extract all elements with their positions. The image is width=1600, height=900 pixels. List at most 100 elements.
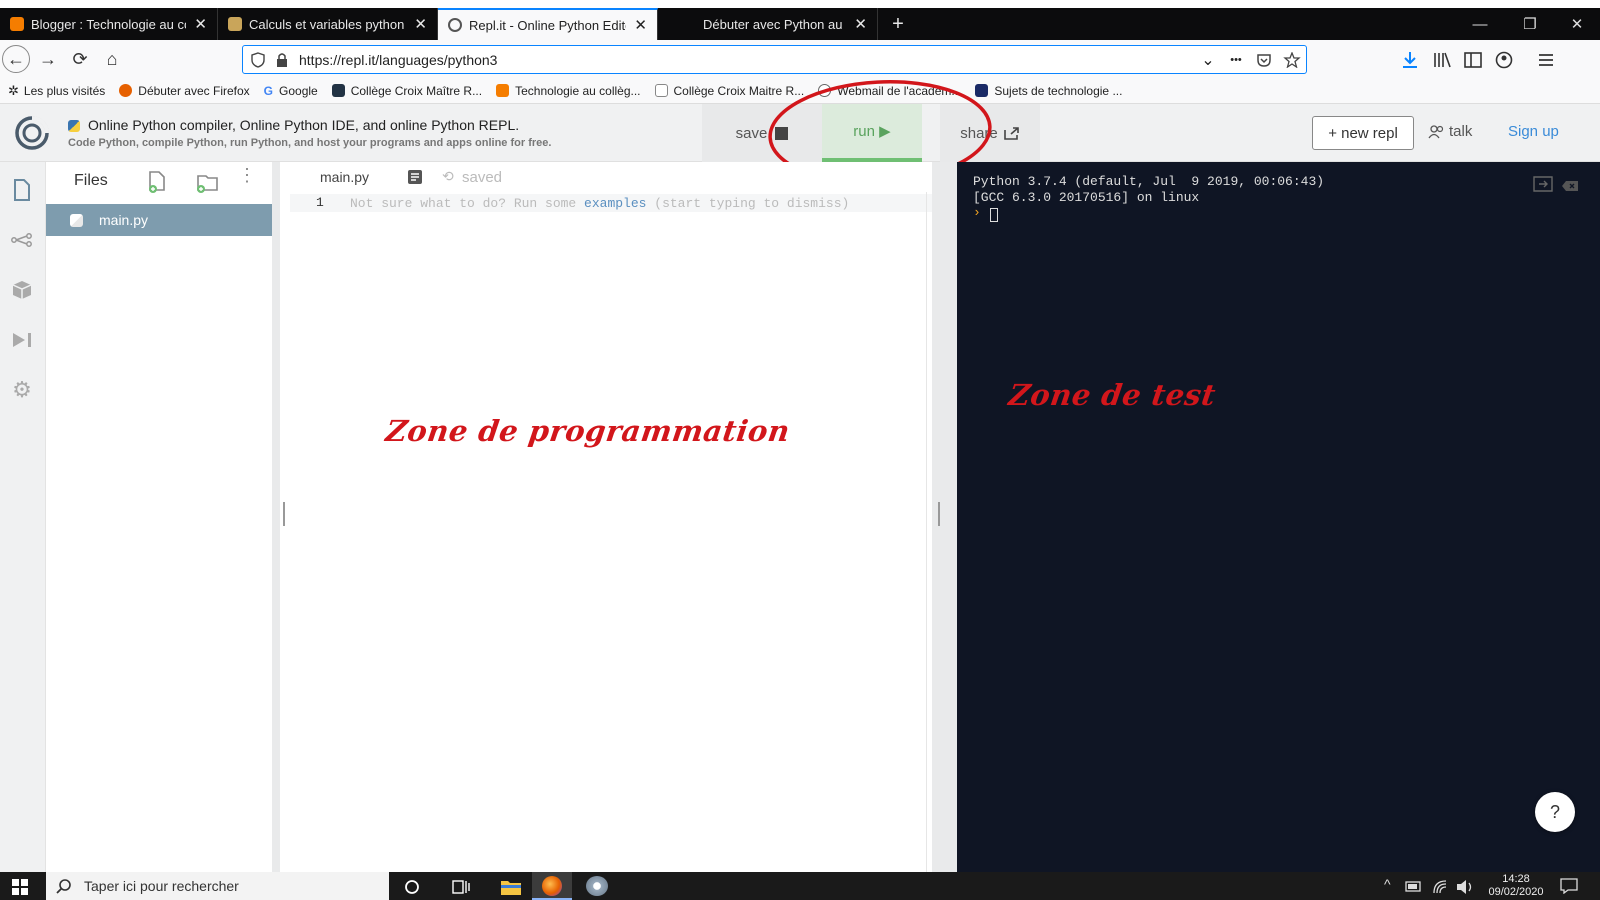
files-icon[interactable] [8, 176, 36, 204]
console-pane[interactable]: Python 3.7.4 (default, Jul 9 2019, 00:06… [957, 162, 1600, 872]
close-tab-icon[interactable]: ✕ [634, 16, 647, 34]
pocket-icon[interactable] [1250, 52, 1278, 68]
more-actions-icon[interactable]: ••• [1222, 54, 1250, 66]
tab-replit[interactable]: Repl.it - Online Python Editor a ✕ [438, 8, 658, 40]
reload-button[interactable]: ⟳ [66, 45, 94, 73]
file-explorer-icon[interactable] [500, 878, 522, 896]
python-icon [70, 213, 83, 227]
python-icon [68, 120, 80, 132]
new-repl-button[interactable]: + new repl [1312, 116, 1414, 150]
clock[interactable]: 14:28 09/02/2020 [1484, 873, 1548, 899]
clear-console-icon[interactable] [1561, 180, 1579, 192]
resize-handle[interactable] [283, 502, 285, 526]
file-item-main-py[interactable]: main.py [46, 204, 272, 236]
talk-link[interactable]: talk [1428, 123, 1472, 140]
bookmark-college-1[interactable]: Collège Croix Maître R... [331, 84, 482, 98]
battery-icon[interactable] [1405, 881, 1423, 892]
save-status: saved [462, 169, 503, 186]
back-button[interactable]: ← [2, 45, 30, 73]
more-options-icon[interactable]: ⋮ [238, 166, 256, 184]
search-icon [56, 879, 71, 894]
expand-console-icon[interactable] [1533, 176, 1553, 192]
add-folder-icon[interactable] [194, 170, 220, 194]
minimize-button[interactable]: — [1457, 8, 1503, 40]
menu-icon[interactable] [1536, 50, 1556, 70]
editor-gutter-line [926, 192, 927, 872]
taskbar-search[interactable]: Taper ici pour rechercher [46, 872, 389, 900]
console-prompt: › [973, 205, 981, 220]
close-tab-icon[interactable]: ✕ [194, 15, 207, 33]
test-zone-label: Zone de test [1006, 378, 1218, 412]
site-icon [654, 84, 668, 97]
shield-icon [251, 51, 265, 68]
tab-title: Débuter avec Python au lycée [703, 16, 846, 32]
url-bar[interactable]: https://repl.it/languages/python3 ⌄ ••• [242, 45, 1307, 74]
close-tab-icon[interactable]: ✕ [854, 15, 867, 33]
show-hidden-icons[interactable]: ^ [1384, 876, 1391, 892]
home-button[interactable]: ⌂ [98, 45, 126, 73]
firefox-icon [542, 876, 562, 896]
bookmark-technologie[interactable]: Technologie au collèg... [496, 84, 641, 98]
site-icon [331, 84, 345, 97]
tab-title: Calculs et variables python [249, 16, 405, 32]
library-icon[interactable] [1432, 50, 1452, 70]
packages-icon[interactable] [8, 276, 36, 304]
download-icon[interactable] [1400, 50, 1420, 70]
bookmark-sujets[interactable]: Sujets de technologie ... [975, 84, 1122, 98]
sidebar-icon[interactable] [1463, 50, 1483, 70]
help-button[interactable]: ? [1535, 792, 1575, 832]
console-line: [GCC 6.3.0 20170516] on linux [973, 190, 1200, 205]
tab-main-py[interactable]: main.py [320, 169, 369, 185]
add-file-icon[interactable] [146, 170, 168, 194]
debugger-icon[interactable] [8, 326, 36, 354]
bookmark-google[interactable]: G Google [264, 84, 318, 98]
sign-up-link[interactable]: Sign up [1508, 123, 1559, 140]
settings-gear-icon[interactable]: ⚙ [8, 376, 36, 404]
editor-hint[interactable]: Not sure what to do? Run some examples (… [350, 196, 849, 211]
bookmark-most-visited[interactable]: ✲ Les plus visités [8, 83, 105, 99]
volume-icon[interactable] [1456, 879, 1474, 895]
version-control-icon[interactable] [8, 226, 36, 254]
line-number: 1 [316, 195, 324, 210]
tab-debuter-python[interactable]: Débuter avec Python au lycée ✕ [658, 8, 878, 40]
close-tab-icon[interactable]: ✕ [414, 15, 427, 33]
resize-handle[interactable] [938, 502, 940, 526]
account-icon[interactable] [1494, 50, 1514, 70]
notifications-icon[interactable] [1560, 878, 1578, 894]
blogger-icon [10, 17, 24, 31]
forward-button[interactable]: → [34, 45, 62, 73]
replit-logo-icon[interactable] [14, 115, 50, 151]
pane-splitter[interactable] [932, 162, 957, 872]
paint-app-icon[interactable] [586, 876, 608, 896]
tab-title: Repl.it - Online Python Editor a [469, 17, 626, 33]
blogger-icon [496, 84, 510, 97]
firefox-icon [119, 84, 133, 97]
bookmark-star-icon[interactable] [1278, 51, 1306, 68]
format-icon[interactable] [408, 170, 422, 184]
console-cursor [990, 208, 998, 222]
wifi-icon[interactable] [1432, 879, 1448, 895]
tab-blogger[interactable]: Blogger : Technologie au collèg ✕ [0, 8, 218, 40]
tab-calculs[interactable]: Calculs et variables python ✕ [218, 8, 438, 40]
new-tab-button[interactable]: + [878, 8, 918, 40]
task-view-icon[interactable] [452, 879, 470, 895]
close-window-button[interactable]: ✕ [1554, 8, 1600, 40]
cortana-icon[interactable] [404, 879, 420, 895]
taskbar-firefox[interactable] [532, 872, 572, 900]
restore-button[interactable]: ❐ [1507, 8, 1553, 40]
files-heading: Files [74, 172, 108, 189]
files-pane: Files ⋮ main.py [46, 162, 285, 872]
site-icon [228, 17, 242, 31]
dropdown-icon[interactable]: ⌄ [1194, 50, 1222, 70]
examples-link[interactable]: examples [584, 196, 646, 211]
repl-header: Online Python compiler, Online Python ID… [0, 79, 1600, 185]
programming-zone-label: Zone de programmation [383, 414, 793, 448]
google-icon: G [263, 83, 274, 98]
bookmark-firefox[interactable]: Débuter avec Firefox [119, 84, 250, 98]
code-editor: main.py ⟲ saved 1 Not sure what to do? R… [290, 162, 932, 872]
lock-icon [277, 52, 287, 67]
search-placeholder: Taper ici pour rechercher [84, 878, 239, 894]
windows-start-icon[interactable] [12, 879, 28, 895]
tab-title: Blogger : Technologie au collèg [31, 16, 186, 32]
tab-strip: Blogger : Technologie au collèg ✕ Calcul… [0, 0, 1600, 40]
